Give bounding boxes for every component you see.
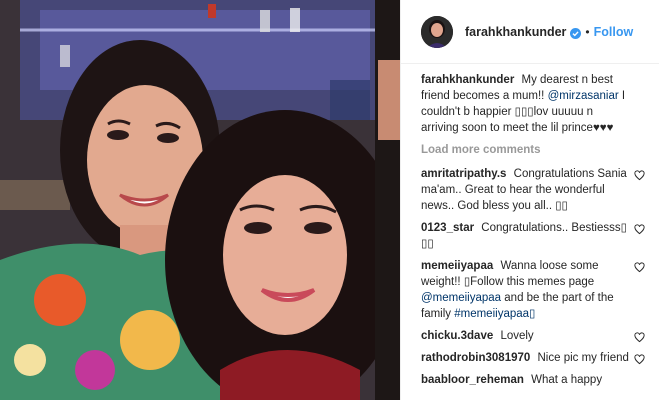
- load-more-comments-link[interactable]: Load more comments: [421, 144, 645, 156]
- heart-icon[interactable]: [634, 262, 645, 273]
- comment-row: baabloor_reheman What a happy: [421, 372, 645, 388]
- instagram-post: farahkhankunder • Follow farahkhankunder…: [0, 0, 659, 400]
- comment-username[interactable]: amritatripathy.s: [421, 168, 506, 180]
- heart-icon[interactable]: [634, 170, 645, 181]
- heart-icon[interactable]: [634, 224, 645, 235]
- comment-row: memeiiyapaa Wanna loose some weight!! ▯F…: [421, 258, 645, 322]
- comment-hashtag[interactable]: #memeiiyapaa▯: [454, 308, 535, 320]
- post-side-panel: farahkhankunder • Follow farahkhankunder…: [400, 0, 659, 400]
- comment-row: chicku.3dave Lovely: [421, 328, 645, 344]
- comment-text: Lovely: [500, 330, 534, 342]
- verified-badge-icon: [570, 26, 582, 39]
- heart-icon[interactable]: [634, 354, 645, 365]
- header-username[interactable]: farahkhankunder: [465, 25, 566, 39]
- comment-row: 0123_star Congratulations.. Bestiesss▯ ▯…: [421, 220, 645, 252]
- caption-mention[interactable]: @mirzasaniar: [548, 90, 619, 102]
- comment-row: rathodrobin3081970 Nice pic my friend: [421, 350, 645, 366]
- comments-list: farahkhankunder My dearest n best friend…: [401, 64, 659, 388]
- photo-illustration: [0, 0, 400, 400]
- caption: farahkhankunder My dearest n best friend…: [421, 72, 645, 136]
- avatar[interactable]: [421, 15, 453, 48]
- comment-username[interactable]: memeiiyapaa: [421, 260, 493, 272]
- heart-icon[interactable]: [634, 332, 645, 343]
- comment-text: What a happy: [531, 374, 603, 386]
- avatar-image: [421, 15, 453, 48]
- comment-username[interactable]: baabloor_reheman: [421, 374, 524, 386]
- comment-username[interactable]: chicku.3dave: [421, 330, 493, 342]
- comment-text: Nice pic my friend: [537, 352, 629, 364]
- comment-row: amritatripathy.s Congratulations Sania m…: [421, 166, 645, 214]
- header-separator: •: [585, 24, 590, 39]
- follow-button[interactable]: Follow: [594, 25, 634, 39]
- comment-username[interactable]: rathodrobin3081970: [421, 352, 530, 364]
- caption-username[interactable]: farahkhankunder: [421, 74, 514, 86]
- comment-username[interactable]: 0123_star: [421, 222, 474, 234]
- post-photo[interactable]: [0, 0, 400, 400]
- comment-mention[interactable]: @memeiiyapaa: [421, 292, 501, 304]
- post-header: farahkhankunder • Follow: [401, 0, 659, 64]
